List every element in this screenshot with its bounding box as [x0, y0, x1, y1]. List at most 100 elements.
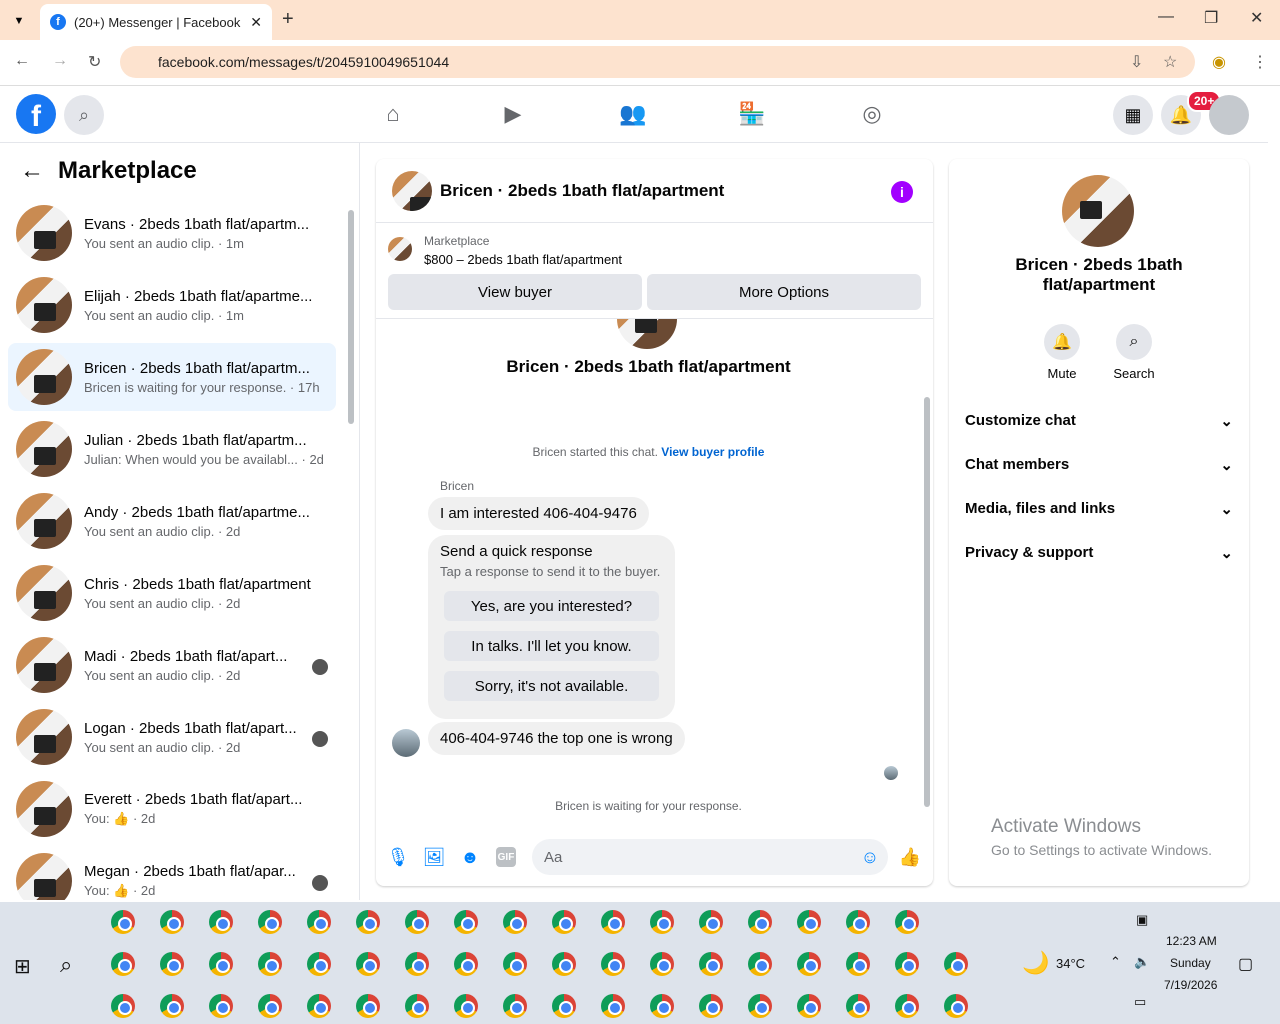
taskbar-app-icon[interactable]: [454, 910, 478, 934]
taskbar-app-icon[interactable]: [503, 910, 527, 934]
info-icon[interactable]: i: [891, 181, 913, 203]
conversation-item[interactable]: Evans · 2beds 1bath flat/apartm... You se…: [8, 199, 336, 267]
taskbar-app-icon[interactable]: [209, 910, 233, 934]
taskbar-app-icon[interactable]: [846, 952, 870, 976]
quick-response-option[interactable]: In talks. I'll let you know.: [444, 631, 659, 661]
message-bubble[interactable]: I am interested 406-404-9476: [428, 497, 649, 530]
taskbar-app-icon[interactable]: [405, 952, 429, 976]
view-buyer-profile-link[interactable]: View buyer profile: [661, 445, 764, 459]
network-icon[interactable]: ▭: [1134, 994, 1146, 1010]
taskbar-app-icon[interactable]: [356, 994, 380, 1018]
weather-icon[interactable]: 🌙: [1022, 950, 1049, 976]
bookmark-star-icon[interactable]: ☆: [1163, 52, 1177, 72]
emoji-icon[interactable]: ☺: [860, 847, 880, 867]
notification-center-icon[interactable]: ▢: [1238, 954, 1253, 974]
taskbar-app-icon[interactable]: [160, 952, 184, 976]
taskbar-app-icon[interactable]: [895, 994, 919, 1018]
conversation-item[interactable]: Bricen · 2beds 1bath flat/apartm... Brice…: [8, 343, 336, 411]
chat-avatar[interactable]: [392, 170, 432, 211]
left-scrollbar[interactable]: [346, 196, 356, 892]
conversation-item[interactable]: Madi · 2beds 1bath flat/apart... You sent…: [8, 631, 336, 699]
taskbar-app-icon[interactable]: [503, 994, 527, 1018]
clock-day[interactable]: Sunday: [1170, 956, 1211, 970]
view-buyer-button[interactable]: View buyer: [388, 274, 642, 310]
taskbar-app-icon[interactable]: [601, 994, 625, 1018]
taskbar-app-icon[interactable]: [748, 994, 772, 1018]
taskbar-app-icon[interactable]: [307, 910, 331, 934]
taskbar-app-icon[interactable]: [405, 910, 429, 934]
maximize-icon[interactable]: ❐: [1204, 8, 1218, 28]
media-files-section[interactable]: Media, files and links ⌄: [965, 500, 1233, 518]
chat-title[interactable]: Bricen · 2beds 1bath flat/apartment: [440, 181, 724, 201]
taskbar-app-icon[interactable]: [895, 910, 919, 934]
profile-icon[interactable]: ◉: [1212, 52, 1226, 72]
listing-thumbnail[interactable]: [388, 237, 412, 261]
taskbar-app-icon[interactable]: [699, 994, 723, 1018]
menu-grid-icon[interactable]: ▦: [1113, 95, 1153, 135]
conversation-item[interactable]: Everett · 2beds 1bath flat/apart... You: …: [8, 775, 336, 843]
taskbar-app-icon[interactable]: [552, 910, 576, 934]
more-options-button[interactable]: More Options: [647, 274, 921, 310]
taskbar-app-icon[interactable]: [454, 994, 478, 1018]
back-arrow-icon[interactable]: ←: [20, 157, 44, 185]
conversation-item[interactable]: Logan · 2beds 1bath flat/apart... You sen…: [8, 703, 336, 771]
message-input[interactable]: Aa: [532, 839, 888, 875]
photo-icon[interactable]: 🖼: [423, 847, 446, 867]
taskbar-app-icon[interactable]: [699, 910, 723, 934]
install-app-icon[interactable]: ⇩: [1130, 52, 1143, 72]
clock-date[interactable]: 7/19/2026: [1164, 978, 1217, 992]
search-icon[interactable]: ⌕: [64, 95, 104, 135]
minimize-icon[interactable]: —: [1158, 8, 1174, 26]
taskbar-app-icon[interactable]: [601, 910, 625, 934]
thumbs-up-icon[interactable]: 👍: [899, 847, 921, 867]
taskbar-app-icon[interactable]: [356, 952, 380, 976]
taskbar-app-icon[interactable]: [699, 952, 723, 976]
reload-icon[interactable]: ↻: [88, 52, 101, 72]
tray-chevron-up-icon[interactable]: ⌃: [1110, 954, 1121, 970]
conversation-item[interactable]: Megan · 2beds 1bath flat/apar... You: 👍 ·…: [8, 847, 336, 900]
taskbar-app-icon[interactable]: [895, 952, 919, 976]
groups-icon[interactable]: ◎: [858, 100, 886, 128]
account-avatar[interactable]: [1209, 95, 1249, 135]
chat-scrollbar[interactable]: [921, 319, 933, 829]
taskbar-app-icon[interactable]: [307, 952, 331, 976]
volume-icon[interactable]: 🔈: [1134, 954, 1150, 970]
tray-device-icon[interactable]: ▣: [1136, 912, 1148, 928]
taskbar-app-icon[interactable]: [160, 910, 184, 934]
marketplace-icon[interactable]: 🏪: [738, 100, 766, 128]
message-bubble[interactable]: 406-404-9746 the top one is wrong: [428, 722, 685, 755]
taskbar-app-icon[interactable]: [846, 994, 870, 1018]
taskbar-app-icon[interactable]: [552, 952, 576, 976]
taskbar-app-icon[interactable]: [650, 910, 674, 934]
close-window-icon[interactable]: ✕: [1250, 8, 1263, 28]
taskbar-app-icon[interactable]: [209, 952, 233, 976]
taskbar-app-icon[interactable]: [944, 952, 968, 976]
conversation-item[interactable]: Chris · 2beds 1bath flat/apartment You se…: [8, 559, 336, 627]
taskbar-app-icon[interactable]: [111, 994, 135, 1018]
taskbar-app-icon[interactable]: [748, 952, 772, 976]
taskbar-app-icon[interactable]: [944, 994, 968, 1018]
taskbar-app-icon[interactable]: [650, 994, 674, 1018]
search-button[interactable]: ⌕ Search: [1104, 324, 1164, 381]
taskbar-app-icon[interactable]: [797, 994, 821, 1018]
quick-response-option[interactable]: Sorry, it's not available.: [444, 671, 659, 701]
url-field[interactable]: facebook.com/messages/t/2045910049651044: [120, 46, 1195, 78]
taskbar-app-icon[interactable]: [209, 994, 233, 1018]
page-scrollbar[interactable]: [1268, 86, 1280, 902]
close-tab-icon[interactable]: ✕: [250, 14, 262, 31]
new-tab-button[interactable]: +: [282, 8, 294, 31]
taskbar-app-icon[interactable]: [454, 952, 478, 976]
taskbar-app-icon[interactable]: [503, 952, 527, 976]
details-avatar[interactable]: [1062, 175, 1134, 247]
taskbar-app-icon[interactable]: [552, 994, 576, 1018]
taskbar-app-icon[interactable]: [258, 994, 282, 1018]
browser-tab[interactable]: f (20+) Messenger | Facebook ✕: [40, 4, 272, 40]
browser-menu-icon[interactable]: ⋮: [1252, 52, 1268, 72]
quick-response-option[interactable]: Yes, are you interested?: [444, 591, 659, 621]
gif-icon[interactable]: GIF: [496, 847, 516, 867]
weather-temp[interactable]: 34°C: [1056, 956, 1085, 971]
home-icon[interactable]: ⌂: [379, 100, 407, 128]
video-icon[interactable]: ▶: [499, 100, 527, 128]
conversation-item[interactable]: Andy · 2beds 1bath flat/apartme... You se…: [8, 487, 336, 555]
conversation-item[interactable]: Julian · 2beds 1bath flat/apartm... Julia…: [8, 415, 336, 483]
